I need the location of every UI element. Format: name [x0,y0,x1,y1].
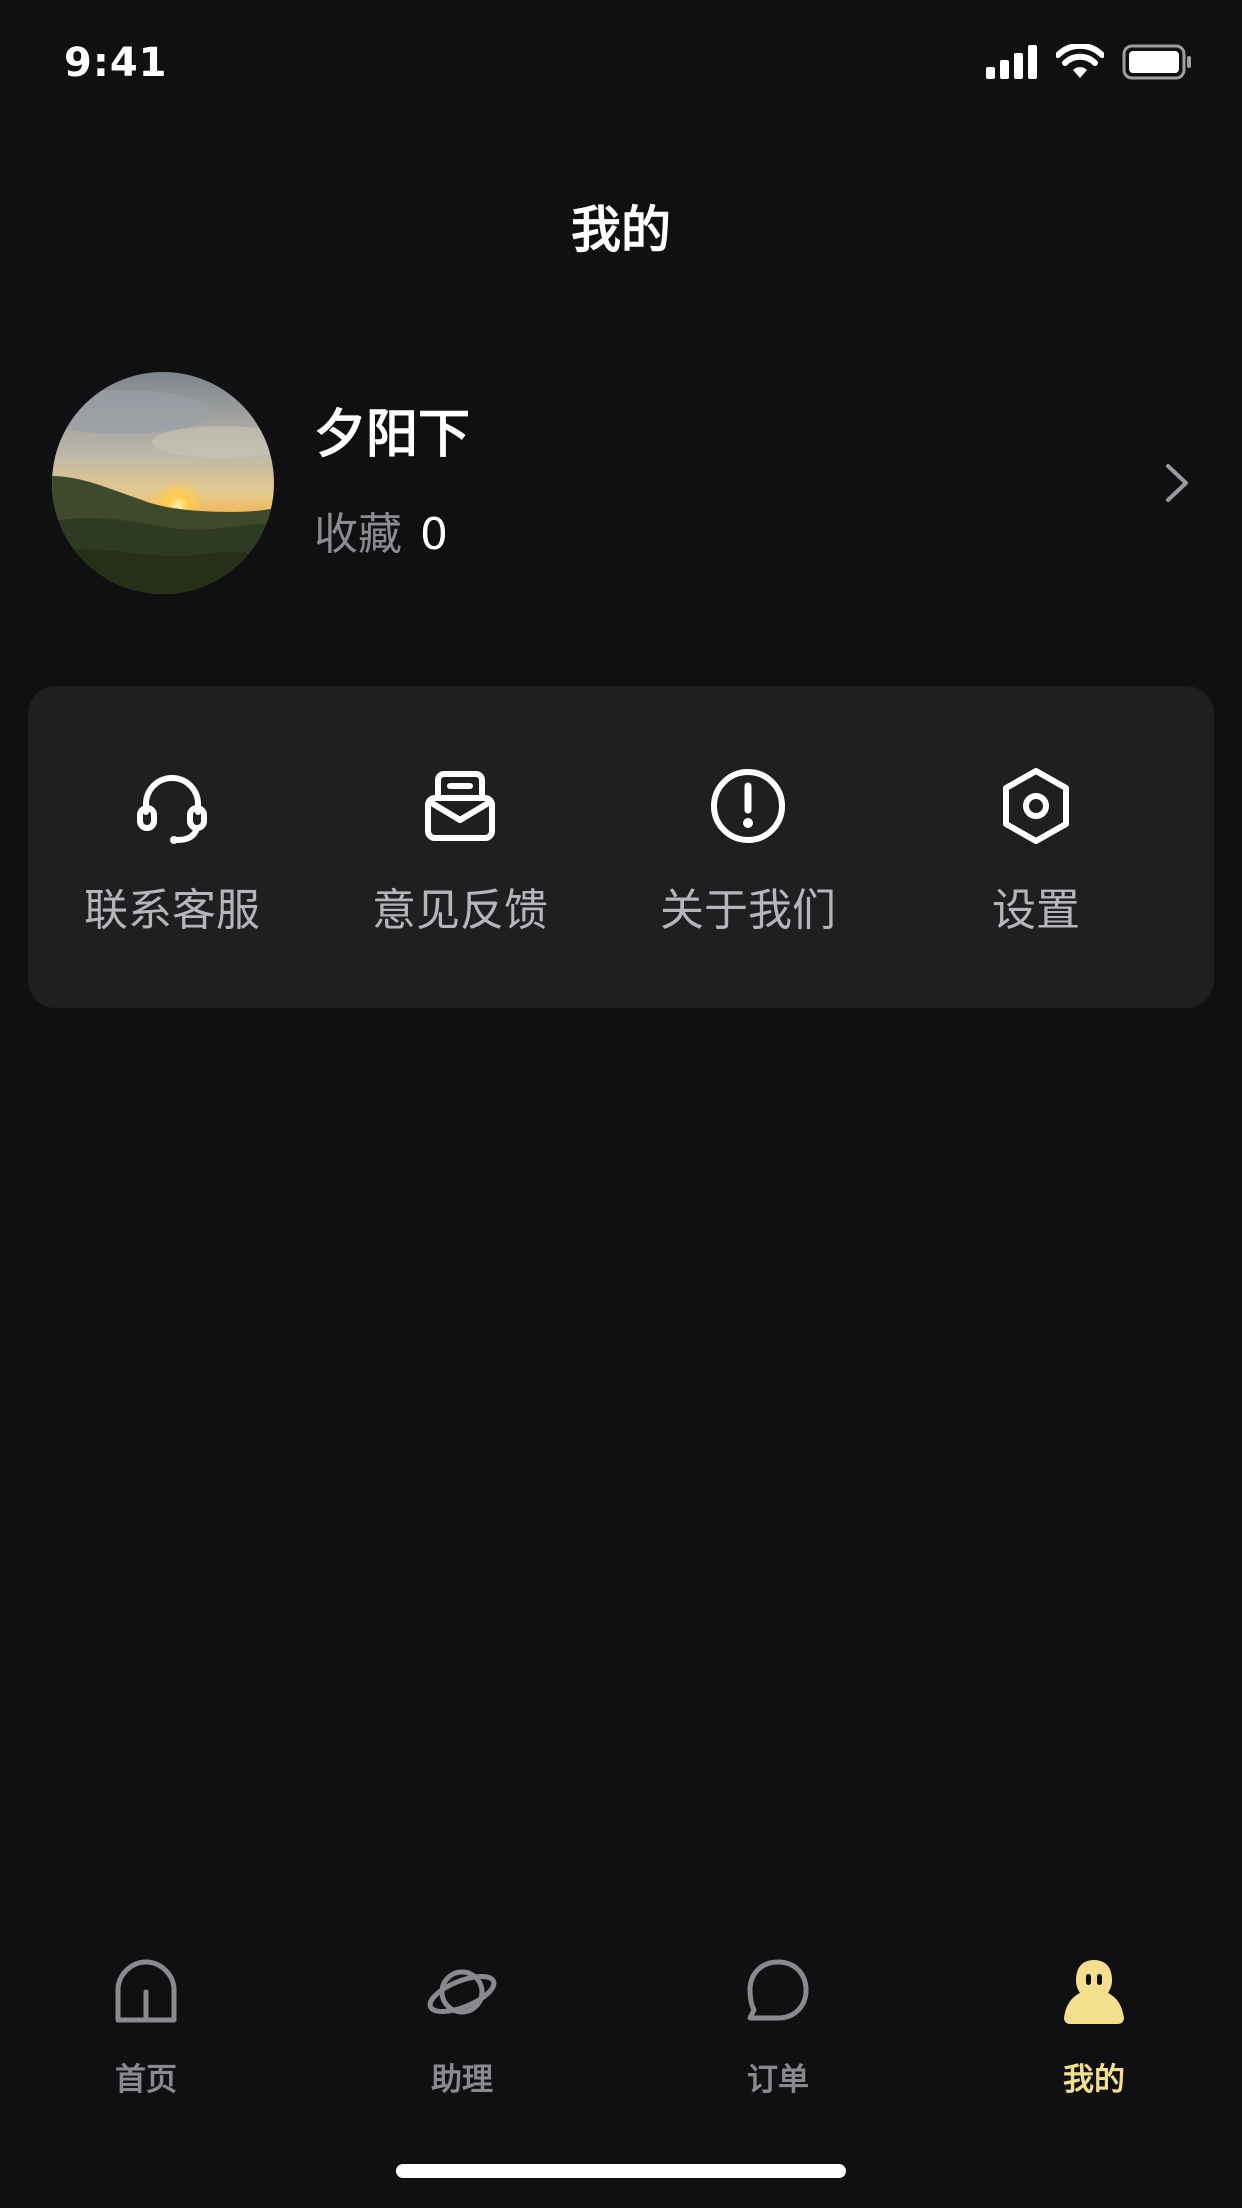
menu-item-label: 设置 [992,885,1080,936]
info-exclamation-icon [711,769,785,843]
tab-orders[interactable]: 订单 [678,1950,878,2098]
status-icons [986,44,1192,80]
favorites-row[interactable]: 收藏 0 [314,498,448,562]
hexagon-settings-icon [1003,768,1069,844]
menu-item-about-us[interactable]: 关于我们 [604,686,892,1008]
favorites-label: 收藏 [314,509,402,560]
profile-card[interactable]: 夕阳下 收藏 0 [52,372,1202,596]
menu-item-settings[interactable]: 设置 [892,686,1180,1008]
menu-item-feedback[interactable]: 意见反馈 [316,686,604,1008]
menu-item-customer-service[interactable]: 联系客服 [28,686,316,1008]
menu-item-label: 联系客服 [84,885,260,936]
signal-icon [986,45,1037,79]
tab-label: 我的 [1063,2062,1125,2098]
home-indicator[interactable] [396,2164,846,2178]
avatar[interactable] [52,372,274,594]
tab-assistant[interactable]: 助理 [362,1950,562,2098]
tab-home[interactable]: 首页 [46,1950,246,2098]
tab-bar: 首页 助理 订单 我的 [0,1950,1242,2098]
menu-item-label: 意见反馈 [372,885,548,936]
status-time: 9:41 [64,40,168,86]
headset-icon [137,775,207,844]
tab-mine[interactable]: 我的 [994,1950,1194,2098]
home-icon [115,1959,177,2023]
menu-card: 联系客服 意见反馈 关于我们 设置 [28,686,1214,1008]
menu-item-label: 关于我们 [660,885,836,936]
profile-ghost-icon [1064,1960,1124,2024]
chevron-right-icon[interactable] [1152,458,1202,508]
mail-feedback-icon [425,771,495,841]
page-title: 我的 [571,201,671,259]
avatar-image [52,372,274,594]
user-name[interactable]: 夕阳下 [314,392,470,467]
status-bar: 9:41 [0,0,1242,130]
favorites-count: 0 [420,509,448,560]
battery-icon [1122,44,1191,80]
wifi-icon [1056,44,1104,78]
planet-icon [427,1969,497,2015]
chat-bubble-icon [747,1959,809,2021]
tab-label: 助理 [431,2062,493,2098]
tab-label: 首页 [115,2062,177,2098]
tab-label: 订单 [747,2062,809,2098]
